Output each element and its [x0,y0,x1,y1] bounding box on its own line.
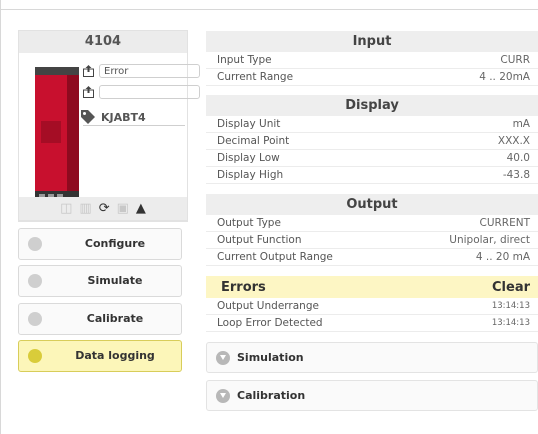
table-row: Output Type CURRENT [206,215,538,232]
upload-icon[interactable] [83,64,94,77]
display-panel-title: Display [206,95,538,116]
calibrate-button-label: Calibrate [86,312,144,325]
simulate-button[interactable]: Simulate [18,265,182,297]
device-tag-row: KJABT4 [81,110,146,124]
error-label: Output Underrange [217,300,319,312]
table-row: Display High -43.8 [206,167,538,184]
error-time: 13:14:13 [491,318,530,328]
device-field-1-row: Error [83,63,200,78]
table-row: Input Type CURR [206,52,538,69]
row-value: Unipolar, direct [449,234,530,246]
row-value: CURRENT [479,217,530,229]
output-panel: Output Output Type CURRENT Output Functio… [206,194,538,266]
row-value: -43.8 [502,169,530,181]
lock-icon: ▣ [116,201,129,216]
row-label: Decimal Point [217,135,290,147]
error-label: Loop Error Detected [217,317,323,329]
list-icon [28,349,42,363]
row-label: Display Low [217,152,280,164]
device-field-2[interactable] [99,84,200,99]
table-row: Current Range 4 .. 20mA [206,69,538,86]
eye-icon [28,274,42,288]
device-status-bar: ◫ ▥ ⟳ ▣ ▲ [18,197,188,221]
table-row: Decimal Point XXX.X [206,133,538,150]
error-row: Loop Error Detected 13:14:13 [206,315,538,332]
device-tag: KJABT4 [101,110,146,124]
device-field-2-row [83,84,200,99]
row-value: XXX.X [497,135,530,147]
clear-errors-button[interactable]: Clear [492,280,530,295]
data-logging-button[interactable]: Data logging [18,340,182,372]
row-label: Current Output Range [217,251,333,263]
device-field-1[interactable]: Error [99,63,200,78]
errors-header: Errors Clear [206,276,538,298]
table-row: Display Unit mA [206,116,538,133]
error-row: Output Underrange 13:14:13 [206,298,538,315]
row-label: Output Type [217,217,281,229]
display-panel: Display Display Unit mA Decimal Point XXX.… [206,95,538,184]
table-row: Display Low 40.0 [206,150,538,167]
sync-icon[interactable]: ⟳ [99,201,110,216]
calibrate-button[interactable]: Calibrate [18,303,182,335]
row-value: 4 .. 20mA [479,71,530,83]
calibration-accordion-label: Calibration [237,389,306,402]
warning-icon[interactable]: ▲ [136,201,146,216]
data-logging-button-label: Data logging [75,349,155,362]
error-time: 13:14:13 [491,301,530,311]
pencil-icon [28,312,42,326]
top-border [0,0,538,10]
row-value: 40.0 [506,152,530,164]
row-label: Display High [217,169,284,181]
columns-icon: ▥ [79,201,92,216]
row-value: mA [512,118,530,130]
row-value: CURR [500,54,530,66]
simulate-button-label: Simulate [87,274,143,287]
configure-button[interactable]: Configure [18,228,182,260]
table-row: Output Function Unipolar, direct [206,232,538,249]
gear-icon [28,237,42,251]
row-value: 4 .. 20 mA [475,251,530,263]
upload-icon[interactable] [83,85,94,98]
row-label: Input Type [217,54,272,66]
errors-title: Errors [221,279,266,295]
table-row: Current Output Range 4 .. 20 mA [206,249,538,266]
input-panel: Input Input Type CURR Current Range 4 .. 2… [206,31,538,86]
simulation-accordion[interactable]: Simulation [206,342,538,373]
device-card: 4104 Error KJABT4 [18,30,200,222]
row-label: Display Unit [217,118,281,130]
input-panel-title: Input [206,31,538,52]
chevron-down-icon [216,351,230,365]
output-panel-title: Output [206,194,538,215]
row-label: Output Function [217,234,302,246]
book-icon: ◫ [60,201,73,216]
tag-icon [81,110,95,124]
row-label: Current Range [217,71,294,83]
simulation-accordion-label: Simulation [237,351,304,364]
configure-button-label: Configure [84,237,146,250]
tag-underline [83,125,185,126]
device-model: 4104 [19,31,187,53]
errors-panel: Errors Clear Output Underrange 13:14:13 L… [206,276,538,332]
chevron-down-icon [216,389,230,403]
calibration-accordion[interactable]: Calibration [206,380,538,411]
